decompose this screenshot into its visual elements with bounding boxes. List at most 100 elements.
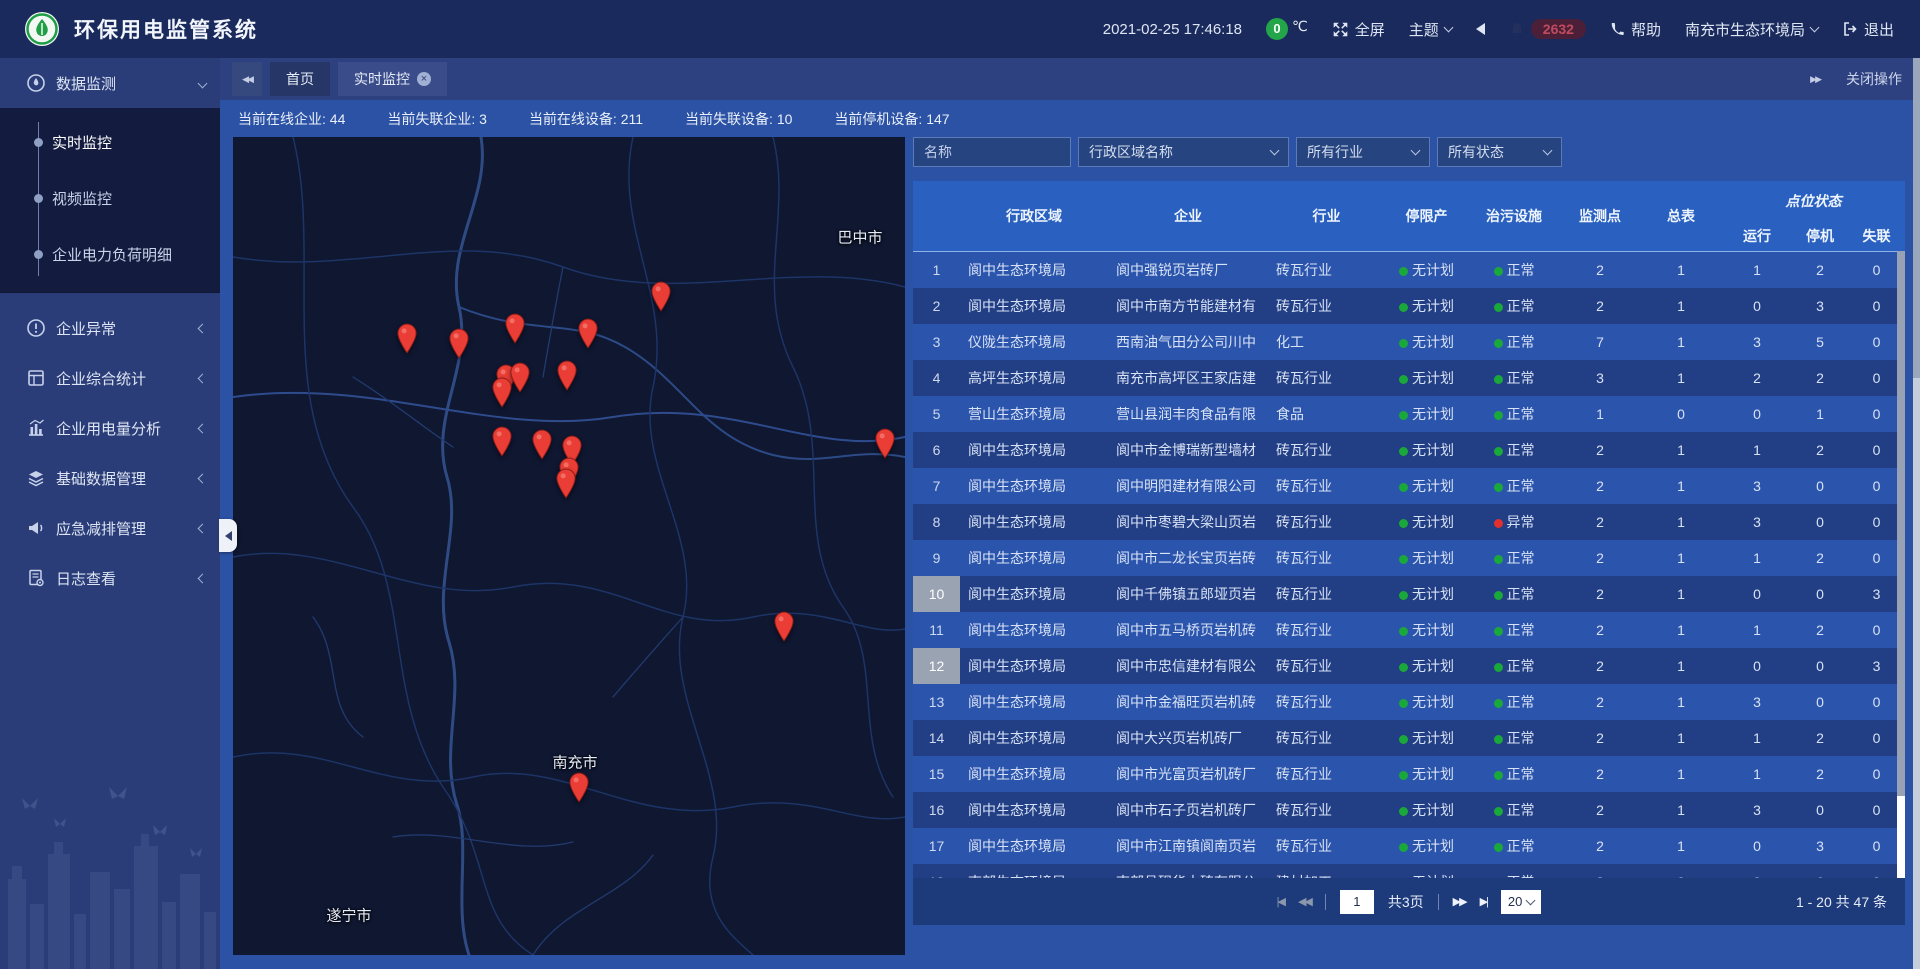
pagination-next-button[interactable]: ▶▶ xyxy=(1453,895,1466,908)
sidebar-item-video-monitor[interactable]: 视频监控 xyxy=(0,170,220,226)
col-monitor: 监测点 xyxy=(1560,181,1640,251)
table-row[interactable]: 14 阆中生态环境局 阆中大兴页岩机砖厂 砖瓦行业 无计划 正常 xyxy=(913,720,1905,756)
sidebar-item-power-analysis[interactable]: 企业用电量分析 xyxy=(0,403,220,453)
name-search-input[interactable] xyxy=(913,137,1071,167)
limit-status-dot xyxy=(1399,627,1408,636)
map-marker-pin[interactable] xyxy=(396,323,419,359)
row-index: 12 xyxy=(913,648,960,684)
map-marker-pin[interactable] xyxy=(504,313,527,349)
tabs-scroll-left-button[interactable]: ◀◀ xyxy=(232,62,262,96)
table-row[interactable]: 12 阆中生态环境局 阆中市忠信建材有限公 砖瓦行业 无计划 正常 xyxy=(913,648,1905,684)
col-group-point-status: 点位状态 xyxy=(1722,181,1905,221)
sidebar: 数据监测 实时监控 视频监控 企业电力负荷明细 企业异常 xyxy=(0,58,220,969)
cell-company: 阆中市枣碧大梁山页岩 xyxy=(1108,504,1268,540)
pagination-last-button[interactable]: ▶| xyxy=(1480,895,1487,908)
table-row[interactable]: 4 高坪生态环境局 南充市高坪区王家店建 砖瓦行业 无计划 正常 xyxy=(913,360,1905,396)
logout-button[interactable]: 退出 xyxy=(1842,19,1894,40)
table-row[interactable]: 18 南部生态环境局 南部县砚华土砖有限公 建材加工 无计划 正常 xyxy=(913,864,1905,879)
table-row[interactable]: 15 阆中生态环境局 阆中市光富页岩机砖厂 砖瓦行业 无计划 正常 xyxy=(913,756,1905,792)
map-marker-pin[interactable] xyxy=(556,360,579,396)
map-marker-pin[interactable] xyxy=(531,429,554,465)
cell-monitor-count: 2 xyxy=(1560,612,1640,648)
map-marker-pin[interactable] xyxy=(555,468,578,504)
table-row[interactable]: 11 阆中生态环境局 阆中市五马桥页岩机砖 砖瓦行业 无计划 正常 xyxy=(913,612,1905,648)
sidebar-item-power-load-detail[interactable]: 企业电力负荷明细 xyxy=(0,226,220,282)
table-row[interactable]: 3 仪陇生态环境局 西南油气田分公司川中 化工 无计划 正常 xyxy=(913,324,1905,360)
panel-collapse-button[interactable] xyxy=(1476,23,1485,35)
table-row[interactable]: 5 营山生态环境局 营山县润丰肉食品有限 食品 无计划 正常 xyxy=(913,396,1905,432)
facility-status-dot xyxy=(1494,519,1503,528)
page-scrollbar[interactable] xyxy=(1913,58,1920,969)
map-marker-pin[interactable] xyxy=(491,377,514,413)
cell-facility: 正常 xyxy=(1468,251,1560,288)
stat-value: 10 xyxy=(777,111,793,127)
table-row[interactable]: 1 阆中生态环境局 阆中强锐页岩砖厂 砖瓦行业 无计划 正常 xyxy=(913,251,1905,288)
table-row[interactable]: 8 阆中生态环境局 阆中市枣碧大梁山页岩 砖瓦行业 无计划 异常 xyxy=(913,504,1905,540)
page-scrollbar-thumb[interactable] xyxy=(1913,58,1920,378)
cell-company: 阆中市江南镇阆南页岩 xyxy=(1108,828,1268,864)
map-marker-pin[interactable] xyxy=(568,772,591,808)
theme-dropdown[interactable]: 主题 xyxy=(1409,19,1452,40)
map-marker-pin[interactable] xyxy=(577,318,600,354)
sidebar-item-log-view[interactable]: 日志查看 xyxy=(0,553,220,603)
map-marker-pin[interactable] xyxy=(650,281,673,317)
cell-meter-count: 0 xyxy=(1640,396,1722,432)
status-select[interactable]: 所有状态 xyxy=(1437,137,1562,167)
table-row[interactable]: 10 阆中生态环境局 阆中千佛镇五郎垭页岩 砖瓦行业 无计划 正常 xyxy=(913,576,1905,612)
cell-company: 阆中大兴页岩机砖厂 xyxy=(1108,720,1268,756)
report-icon xyxy=(26,368,46,388)
tabs-scroll-right-button[interactable]: ▶▶ xyxy=(1810,74,1820,85)
tab-close-icon[interactable]: × xyxy=(417,72,431,86)
table-row[interactable]: 17 阆中生态环境局 阆中市江南镇阆南页岩 砖瓦行业 无计划 正常 xyxy=(913,828,1905,864)
page-size-select[interactable]: 20 xyxy=(1501,890,1541,914)
chevron-left-icon xyxy=(198,323,208,333)
map-canvas[interactable]: 巴中市 南充市 遂宁市 xyxy=(233,137,905,955)
sidebar-item-base-data[interactable]: 基础数据管理 xyxy=(0,453,220,503)
sidebar-item-emergency-reduction[interactable]: 应急减排管理 xyxy=(0,503,220,553)
page-number-input[interactable] xyxy=(1340,890,1374,914)
table-row[interactable]: 9 阆中生态环境局 阆中市二龙长宝页岩砖 砖瓦行业 无计划 正常 xyxy=(913,540,1905,576)
bell-icon xyxy=(1509,21,1525,37)
fullscreen-label: 全屏 xyxy=(1355,19,1385,40)
facility-status-text: 正常 xyxy=(1507,334,1535,350)
cell-region: 阆中生态环境局 xyxy=(960,792,1108,828)
map-marker-pin[interactable] xyxy=(491,426,514,462)
sidebar-item-data-monitor[interactable]: 数据监测 xyxy=(0,58,220,108)
table-row[interactable]: 13 阆中生态环境局 阆中市金福旺页岩机砖 砖瓦行业 无计划 正常 xyxy=(913,684,1905,720)
map-marker-pin[interactable] xyxy=(773,611,796,647)
fullscreen-button[interactable]: 全屏 xyxy=(1332,19,1385,40)
filter-bar: 行政区域名称 所有行业 所有状态 xyxy=(913,137,1905,167)
table-row[interactable]: 7 阆中生态环境局 阆中明阳建材有限公司 砖瓦行业 无计划 正常 xyxy=(913,468,1905,504)
sidebar-collapse-button[interactable] xyxy=(219,519,237,552)
sidebar-item-realtime-monitor[interactable]: 实时监控 xyxy=(0,114,220,170)
help-button[interactable]: 帮助 xyxy=(1610,19,1661,40)
limit-status-text: 无计划 xyxy=(1412,586,1454,602)
table-row[interactable]: 6 阆中生态环境局 阆中市金博瑞新型墙材 砖瓦行业 无计划 正常 xyxy=(913,432,1905,468)
region-select[interactable]: 行政区域名称 xyxy=(1078,137,1289,167)
cell-meter-count: 1 xyxy=(1640,432,1722,468)
alert-circle-icon xyxy=(26,318,46,338)
sidebar-item-enterprise-stats[interactable]: 企业综合统计 xyxy=(0,353,220,403)
table-scrollbar-thumb[interactable] xyxy=(1897,251,1905,796)
table-row[interactable]: 16 阆中生态环境局 阆中市石子页岩机砖厂 砖瓦行业 无计划 正常 xyxy=(913,792,1905,828)
tab-home[interactable]: 首页 xyxy=(270,62,330,96)
cell-stop-count: 2 xyxy=(1792,756,1848,792)
chevron-down-icon xyxy=(1411,145,1421,155)
table-scrollbar[interactable] xyxy=(1897,251,1905,878)
sidebar-item-label: 企业用电量分析 xyxy=(56,418,161,439)
close-operations-button[interactable]: 关闭操作 xyxy=(1846,69,1902,89)
chevron-left-icon xyxy=(198,523,208,533)
org-dropdown[interactable]: 南充市生态环境局 xyxy=(1685,19,1818,40)
tab-realtime-monitor[interactable]: 实时监控 × xyxy=(338,62,447,96)
sidebar-item-enterprise-abnormal[interactable]: 企业异常 xyxy=(0,303,220,353)
table-row[interactable]: 2 阆中生态环境局 阆中市南方节能建材有 砖瓦行业 无计划 正常 xyxy=(913,288,1905,324)
pagination-divider xyxy=(1438,894,1439,910)
notifications[interactable]: 2632 xyxy=(1509,19,1586,39)
map-marker-pin[interactable] xyxy=(874,428,897,464)
pagination-first-button[interactable]: |◀ xyxy=(1277,895,1284,908)
cell-industry: 砖瓦行业 xyxy=(1268,828,1385,864)
map-marker-pin[interactable] xyxy=(448,328,471,364)
cell-industry: 砖瓦行业 xyxy=(1268,684,1385,720)
pagination-prev-button[interactable]: ◀◀ xyxy=(1298,895,1311,908)
industry-select[interactable]: 所有行业 xyxy=(1296,137,1430,167)
